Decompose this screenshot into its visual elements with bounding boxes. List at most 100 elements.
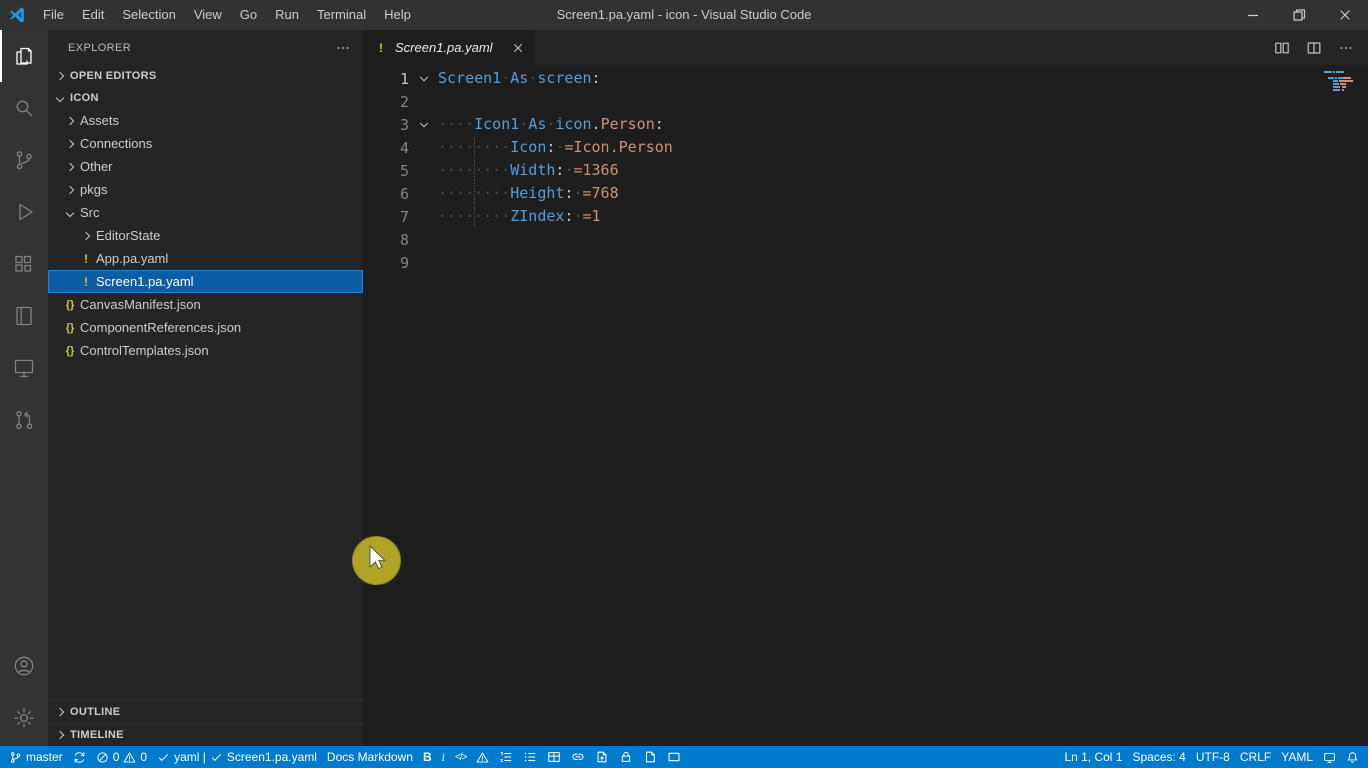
code-line-3[interactable]: ····Icon1·As·icon.Person:	[438, 113, 1368, 136]
activity-bar-source-control[interactable]	[0, 134, 48, 186]
insert-numbered-list[interactable]	[494, 746, 518, 768]
json-file-icon: {}	[65, 344, 75, 357]
code-line-1[interactable]: Screen1·As·screen:	[438, 67, 1368, 90]
format-bold[interactable]: B	[418, 746, 437, 768]
insert-table[interactable]	[542, 746, 566, 768]
line-number: 2	[399, 92, 409, 111]
status-text: Screen1.pa.yaml	[226, 750, 317, 764]
code-line-9[interactable]	[438, 251, 1368, 274]
code-line-2[interactable]	[438, 90, 1368, 113]
sync-changes[interactable]	[68, 746, 91, 768]
menu-view[interactable]: View	[185, 0, 231, 30]
tree-item-assets[interactable]: Assets	[48, 109, 363, 132]
activity-bar-explorer[interactable]	[0, 30, 48, 82]
minimap[interactable]	[1324, 71, 1354, 98]
menu-help[interactable]: Help	[375, 0, 420, 30]
code-line-5[interactable]: ········Width:·=1366	[438, 159, 1368, 182]
docs-markdown[interactable]: Docs Markdown	[322, 746, 418, 768]
format-italic[interactable]: i	[437, 746, 450, 768]
insert-lock[interactable]	[614, 746, 638, 768]
split-editor-icon[interactable]	[1300, 34, 1328, 62]
tree-item-componentreferences-json[interactable]: {} ComponentReferences.json	[48, 316, 363, 339]
code-token: ····	[474, 184, 511, 202]
account-icon	[12, 654, 36, 678]
minimap-line	[1324, 86, 1354, 88]
cursor-highlight	[352, 536, 401, 585]
tree-item-canvasmanifest-json[interactable]: {} CanvasManifest.json	[48, 293, 363, 316]
code-token: ·	[573, 184, 583, 202]
insert-alert[interactable]	[471, 746, 494, 768]
insert-snippet[interactable]	[662, 746, 686, 768]
tree-item-other[interactable]: Other	[48, 155, 363, 178]
code-area[interactable]: Screen1·As·screen: ····Icon1·As·icon.Pers…	[438, 67, 1368, 746]
menu-selection[interactable]: Selection	[113, 0, 184, 30]
tree-item-editorstate[interactable]: EditorState	[48, 224, 363, 247]
format-code[interactable]: </>	[450, 746, 471, 768]
tree-item-screen1-pa-yaml[interactable]: ! Screen1.pa.yaml	[48, 270, 363, 293]
language-mode[interactable]: YAML	[1276, 746, 1318, 768]
minimap-line	[1324, 71, 1354, 73]
restore-button[interactable]	[1276, 0, 1322, 30]
remote-indicator[interactable]	[1318, 746, 1341, 768]
tree-item-app-pa-yaml[interactable]: ! App.pa.yaml	[48, 247, 363, 270]
editor-group: ! Screen1.pa.yaml 123456789 Screen1·As·s…	[363, 30, 1368, 746]
activity-bar-accounts[interactable]	[0, 640, 48, 692]
open-changes-icon[interactable]	[1268, 34, 1296, 62]
menu-go[interactable]: Go	[231, 0, 266, 30]
activity-bar-search[interactable]	[0, 82, 48, 134]
fold-down-icon[interactable]	[409, 72, 438, 86]
menu-terminal[interactable]: Terminal	[308, 0, 375, 30]
workspace-folder-section[interactable]: ICON	[48, 87, 363, 109]
insert-link[interactable]	[566, 746, 590, 768]
fold-down-icon[interactable]	[409, 118, 438, 132]
activity-bar-notebook[interactable]	[0, 290, 48, 342]
more-actions-icon[interactable]	[1332, 34, 1360, 62]
code-line-4[interactable]: ········Icon:·=Icon.Person	[438, 136, 1368, 159]
encoding[interactable]: UTF-8	[1191, 746, 1235, 768]
activity-bar-manage[interactable]	[0, 692, 48, 744]
problems[interactable]: 00	[91, 746, 152, 768]
sidebar-title-bar: EXPLORER	[48, 30, 363, 65]
insert-bullet-list[interactable]	[518, 746, 542, 768]
code-line-6[interactable]: ········Height:·=768	[438, 182, 1368, 205]
minimap-segment	[1324, 71, 1332, 73]
github-pr-icon	[12, 408, 36, 432]
menu-run[interactable]: Run	[266, 0, 308, 30]
status-text: yaml |	[174, 750, 206, 764]
menu-edit[interactable]: Edit	[73, 0, 113, 30]
open-editors-section[interactable]: OPEN EDITORS	[48, 65, 363, 87]
yaml-status[interactable]: yaml | Screen1.pa.yaml	[152, 746, 322, 768]
status-text: Ln 1, Col 1	[1064, 750, 1123, 764]
close-button[interactable]	[1322, 0, 1368, 30]
code-token: Height	[510, 184, 565, 202]
git-branch[interactable]: master	[4, 746, 68, 768]
indentation[interactable]: Spaces: 4	[1127, 746, 1190, 768]
explorer-more-actions-icon[interactable]	[335, 40, 351, 56]
activity-bar-run-and-debug[interactable]	[0, 186, 48, 238]
activity-bar-github-pull-requests[interactable]	[0, 394, 48, 446]
tree-item-connections[interactable]: Connections	[48, 132, 363, 155]
code-line-7[interactable]: ········ZIndex:·=1	[438, 205, 1368, 228]
menu-file[interactable]: File	[34, 0, 73, 30]
outline-section[interactable]: OUTLINE	[48, 700, 363, 723]
code-line-8[interactable]	[438, 228, 1368, 251]
minimize-button[interactable]	[1230, 0, 1276, 30]
tab-screen1-pa-yaml[interactable]: ! Screen1.pa.yaml	[363, 30, 535, 65]
code-token: Width	[510, 161, 556, 179]
cursor-position[interactable]: Ln 1, Col 1	[1059, 746, 1127, 768]
eol[interactable]: CRLF	[1235, 746, 1276, 768]
code-token: ·	[528, 69, 538, 87]
code-token: :	[654, 115, 664, 133]
notifications[interactable]	[1341, 746, 1364, 768]
insert-image[interactable]	[590, 746, 614, 768]
tree-item-src[interactable]: Src	[48, 201, 363, 224]
activity-bar-remote-explorer[interactable]	[0, 342, 48, 394]
timeline-section[interactable]: TIMELINE	[48, 723, 363, 746]
tree-item-pkgs[interactable]: pkgs	[48, 178, 363, 201]
window-controls	[1230, 0, 1368, 30]
minimap-segment	[1339, 80, 1353, 82]
activity-bar-extensions[interactable]	[0, 238, 48, 290]
tree-item-controltemplates-json[interactable]: {} ControlTemplates.json	[48, 339, 363, 362]
insert-include[interactable]	[638, 746, 662, 768]
close-tab-icon[interactable]	[511, 41, 525, 55]
